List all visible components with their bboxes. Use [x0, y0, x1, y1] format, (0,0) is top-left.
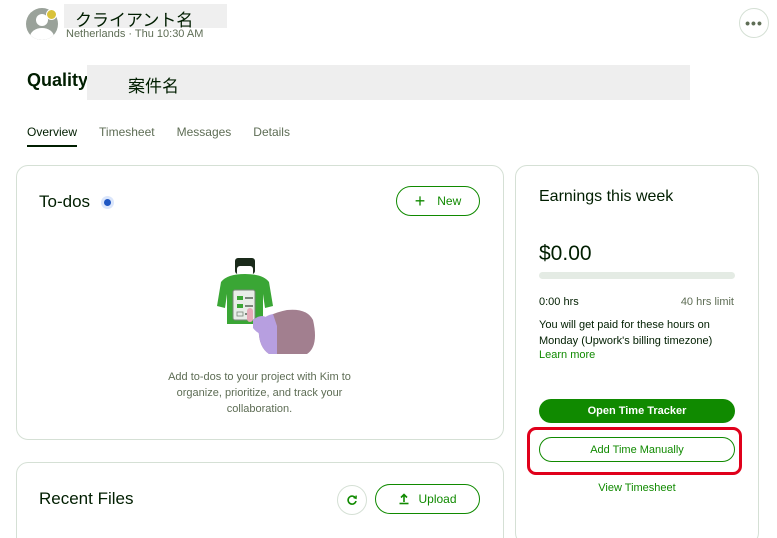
client-location-time: Netherlands · Thu 10:30 AM: [66, 28, 204, 40]
refresh-files-button[interactable]: [337, 485, 367, 515]
contract-title: 案件名: [128, 77, 179, 96]
payment-note: You will get paid for these hours on Mon…: [539, 319, 713, 347]
tab-timesheet[interactable]: Timesheet: [99, 125, 155, 147]
todos-notification-dot: [104, 199, 111, 206]
avatar-body-shape: [30, 28, 54, 40]
todos-card: To-dos + New Add to-dos to your project …: [16, 165, 504, 440]
new-todo-label: New: [437, 194, 462, 208]
more-options-button[interactable]: •••: [739, 8, 769, 38]
upload-file-button[interactable]: Upload: [375, 484, 480, 514]
contract-page: クライアント名 Netherlands · Thu 10:30 AM ••• Q…: [0, 0, 777, 538]
tab-overview[interactable]: Overview: [27, 125, 78, 147]
open-time-tracker-button[interactable]: Open Time Tracker: [539, 399, 735, 423]
add-time-manually-button[interactable]: Add Time Manually: [539, 437, 735, 462]
recent-files-title: Recent Files: [39, 489, 134, 508]
learn-more-link[interactable]: Learn more: [539, 349, 595, 361]
hours-limit: 40 hrs limit: [680, 296, 734, 308]
more-icon: •••: [745, 15, 763, 31]
todos-empty-message: Add to-dos to your project with Kim to o…: [168, 371, 351, 415]
new-todo-button[interactable]: + New: [396, 186, 480, 216]
tab-details[interactable]: Details: [253, 125, 290, 147]
hours-worked: 0:00 hrs: [539, 296, 579, 308]
earnings-amount: $0.00: [539, 242, 592, 265]
tab-messages[interactable]: Messages: [177, 125, 232, 147]
earnings-title: Earnings this week: [539, 188, 674, 205]
upload-label: Upload: [418, 492, 457, 506]
hours-progress-bar: [539, 272, 735, 279]
recent-files-card: Recent Files Upload: [16, 462, 504, 538]
refresh-icon: [347, 495, 357, 505]
view-timesheet-link[interactable]: View Timesheet: [515, 482, 759, 494]
todos-title: To-dos: [39, 192, 91, 211]
upload-icon: [399, 493, 409, 505]
contract-title-prefix: Quality: [27, 70, 89, 90]
status-dot: [46, 9, 57, 20]
contract-tabs: Overview Timesheet Messages Details: [27, 125, 312, 147]
plus-icon: +: [414, 191, 426, 211]
todo-illustration: [217, 258, 315, 354]
